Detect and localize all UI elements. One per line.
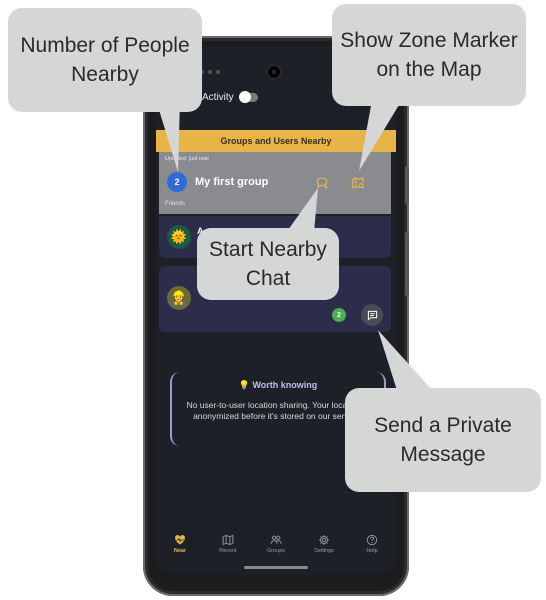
message-icon xyxy=(367,310,377,321)
callout-private-message: Send a Private Message xyxy=(345,388,541,492)
nav-item-near[interactable]: Near xyxy=(156,534,204,562)
nav-item-settings[interactable]: Settings xyxy=(300,534,348,562)
zone-marker-map-icon[interactable] xyxy=(351,176,365,190)
callout-people-nearby: Number of People Nearby xyxy=(8,8,202,112)
group-name: My first group xyxy=(195,176,269,188)
status-dot xyxy=(208,70,212,74)
callout-tail xyxy=(359,95,405,171)
nav-item-groups[interactable]: Groups xyxy=(252,534,300,562)
user-avatar: 🌞 xyxy=(167,225,191,249)
nav-item-recent[interactable]: Recent xyxy=(204,534,252,562)
private-message-button[interactable] xyxy=(361,304,383,326)
heart-pulse-icon xyxy=(175,535,185,545)
nav-label: Near xyxy=(173,548,187,554)
map-icon xyxy=(222,534,234,546)
group-subtitle: Friends xyxy=(165,201,186,207)
activity-label: Activity xyxy=(202,92,234,103)
people-nearby-count: 2 xyxy=(167,172,187,192)
callout-zone-marker: Show Zone Marker on the Map xyxy=(332,4,526,106)
volume-button xyxy=(405,232,409,296)
callout-nearby-chat: Start Nearby Chat xyxy=(197,228,339,300)
front-camera xyxy=(268,66,280,78)
nav-label: Settings xyxy=(314,548,334,554)
user-avatar: 👷 xyxy=(167,286,191,310)
people-icon xyxy=(270,535,282,544)
nav-label: Help xyxy=(366,548,378,554)
home-indicator xyxy=(244,566,308,569)
info-title-text: Worth knowing xyxy=(252,380,318,390)
bottom-nav: Near Recent Groups Settings Help xyxy=(156,534,396,562)
activity-toggle-row: Activity xyxy=(202,91,258,103)
gear-icon xyxy=(319,535,329,545)
nav-label: Groups xyxy=(266,548,286,554)
nav-item-help[interactable]: Help xyxy=(348,534,396,562)
status-dot xyxy=(216,70,220,74)
nav-label: Recent xyxy=(219,548,237,554)
lightbulb-icon: 💡 xyxy=(238,380,250,390)
help-icon xyxy=(366,534,378,546)
user-nearby-count-badge: 2 xyxy=(332,308,346,322)
activity-toggle[interactable] xyxy=(238,91,258,103)
